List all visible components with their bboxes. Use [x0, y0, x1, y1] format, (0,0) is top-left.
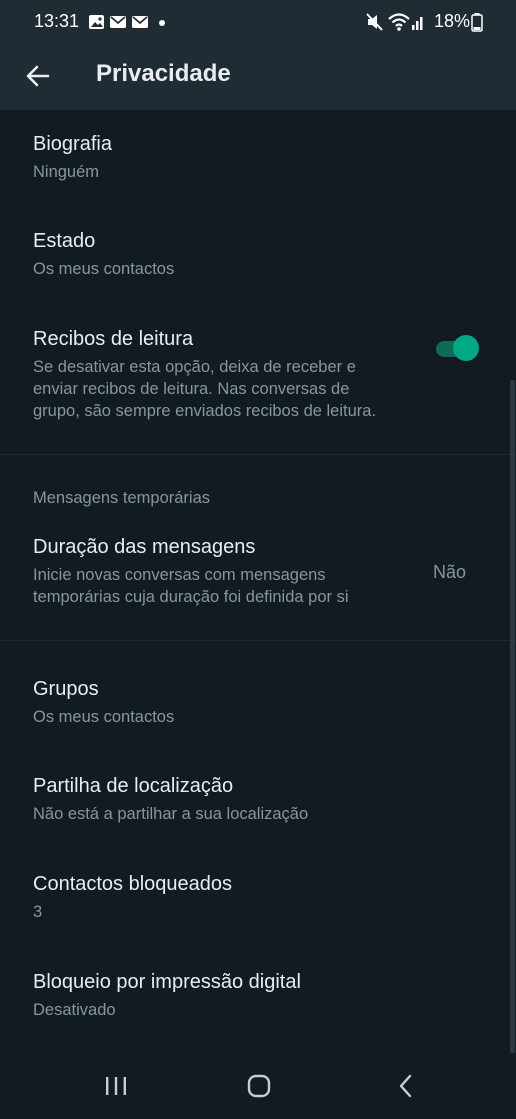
signal-icon	[412, 17, 423, 30]
setting-value: Os meus contactos	[33, 708, 175, 726]
read-receipts-toggle[interactable]	[434, 334, 480, 362]
battery-percentage: 18%	[434, 11, 471, 31]
mute-icon	[366, 13, 383, 31]
setting-read-receipts[interactable]: Recibos de leitura Se desativar esta opç…	[0, 306, 516, 454]
app-bar: Privacidade	[0, 44, 516, 110]
mail-icon	[110, 16, 126, 28]
status-bar: 13:31 18%	[0, 0, 516, 44]
dot-icon	[159, 20, 165, 26]
setting-location-sharing[interactable]: Partilha de localização Não está a parti…	[0, 753, 516, 851]
setting-groups[interactable]: Grupos Os meus contactos	[0, 655, 516, 753]
status-time: 13:31	[34, 11, 80, 31]
setting-value: Ninguém	[33, 163, 100, 181]
setting-title: Grupos	[33, 678, 99, 700]
description-line: Inicie novas conversas com mensagens	[33, 566, 326, 584]
settings-list: Biografia Ninguém Estado Os meus contact…	[0, 110, 516, 1053]
setting-description: Se desativar esta opção, deixa de recebe…	[33, 356, 433, 422]
message-duration-value: Não	[433, 562, 467, 582]
setting-blocked-contacts[interactable]: Contactos bloqueados 3	[0, 851, 516, 949]
setting-title: Recibos de leitura	[33, 328, 194, 350]
image-icon	[89, 15, 104, 29]
setting-description: Inicie novas conversas com mensagens tem…	[33, 564, 413, 608]
toggle-thumb	[453, 335, 479, 361]
setting-fingerprint-lock[interactable]: Bloqueio por impressão digital Desativad…	[0, 949, 516, 1047]
page-title: Privacidade	[96, 60, 231, 87]
scrollbar[interactable]	[510, 380, 515, 1053]
system-navigation-bar	[0, 1053, 516, 1119]
setting-title: Biografia	[33, 133, 112, 155]
section-header-temporary: Mensagens temporárias	[33, 489, 211, 507]
back-nav-icon[interactable]	[392, 1073, 420, 1099]
setting-value: Não está a partilhar a sua localização	[33, 805, 309, 823]
description-line: grupo, são sempre enviados recibos de le…	[33, 402, 377, 420]
back-button[interactable]	[20, 58, 56, 94]
setting-value: Desativado	[33, 1001, 116, 1019]
status-right-icons	[366, 13, 423, 31]
home-icon[interactable]	[245, 1073, 273, 1099]
setting-title: Contactos bloqueados	[33, 873, 233, 895]
battery-icon	[471, 13, 483, 32]
description-line: Se desativar esta opção, deixa de recebe…	[33, 358, 356, 376]
setting-title: Estado	[33, 230, 96, 252]
recent-apps-icon[interactable]	[102, 1073, 130, 1099]
divider	[0, 640, 516, 641]
setting-title: Partilha de localização	[33, 775, 234, 797]
divider	[0, 454, 516, 455]
wifi-icon	[388, 13, 410, 31]
arrow-left-icon	[26, 65, 50, 87]
mail-icon	[132, 16, 148, 28]
setting-title: Bloqueio por impressão digital	[33, 971, 301, 993]
setting-value: 3	[33, 903, 43, 921]
setting-title: Duração das mensagens	[33, 536, 256, 558]
setting-value: Os meus contactos	[33, 260, 175, 278]
setting-status[interactable]: Estado Os meus contactos	[0, 208, 516, 306]
description-line: temporárias cuja duração foi definida po…	[33, 588, 349, 606]
setting-biography[interactable]: Biografia Ninguém	[0, 110, 516, 208]
notification-icons	[89, 15, 165, 29]
description-line: enviar recibos de leitura. Nas conversas…	[33, 380, 350, 398]
